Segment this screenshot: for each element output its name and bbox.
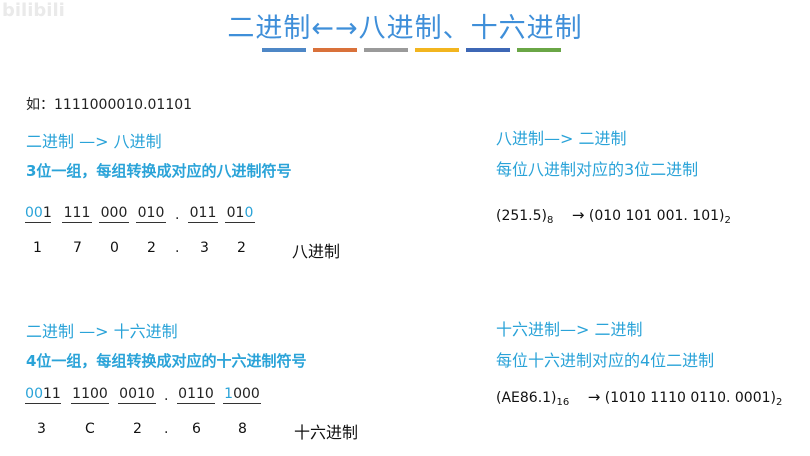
octal-dot: . bbox=[175, 240, 180, 256]
color-bar-2 bbox=[313, 48, 357, 52]
hex-group: 1100 bbox=[71, 386, 109, 404]
hex-reverse-heading: 十六进制—> 二进制 bbox=[496, 320, 643, 339]
hex-dot: . bbox=[164, 388, 169, 404]
hex-heading: 二进制 —> 十六进制 bbox=[26, 322, 178, 341]
hex-reverse-example: (AE86.1)16 → (1010 1110 0110. 0001)2 bbox=[496, 388, 782, 408]
hex-group: 0110 bbox=[177, 386, 215, 404]
octal-reverse-heading: 八进制—> 二进制 bbox=[496, 129, 627, 148]
octal-result-label: 八进制 bbox=[292, 242, 341, 261]
octal-digit: 2 bbox=[237, 240, 246, 256]
hex-digit: C bbox=[85, 421, 95, 437]
group-hl: 00 bbox=[25, 386, 43, 402]
hex-digit: 8 bbox=[238, 421, 247, 437]
base-sub: 8 bbox=[547, 215, 554, 226]
octal-digit: 2 bbox=[147, 240, 156, 256]
example-number: 如：1111000010.01101 bbox=[26, 97, 193, 113]
example-right: (1010 1110 0110. 0001) bbox=[604, 390, 776, 406]
octal-digit: 3 bbox=[200, 240, 209, 256]
group-hl: 1 bbox=[224, 386, 234, 402]
group-bits: 1000 bbox=[224, 386, 260, 402]
octal-group: 010 bbox=[225, 205, 255, 223]
group-bits: 0010 bbox=[119, 386, 155, 402]
octal-digit: 7 bbox=[73, 240, 82, 256]
group-hl: 0 bbox=[244, 205, 254, 221]
arrow-icon: → bbox=[587, 388, 601, 406]
example-right: (010 101 001. 101) bbox=[588, 208, 725, 224]
hex-result-label: 十六进制 bbox=[294, 423, 359, 442]
hex-digit: 3 bbox=[37, 421, 46, 437]
hex-rule: 4位一组，每组转换成对应的十六进制符号 bbox=[26, 352, 307, 370]
octal-digit: 0 bbox=[110, 240, 119, 256]
group-bits: 111 bbox=[63, 205, 91, 221]
octal-group: 111 bbox=[62, 205, 92, 223]
octal-group: 010 bbox=[136, 205, 166, 223]
hex-group: 1000 bbox=[223, 386, 261, 404]
group-bits: 1100 bbox=[72, 386, 108, 402]
hex-group: 0011 bbox=[25, 386, 61, 404]
example-left: (251.5) bbox=[496, 208, 548, 224]
base-sub: 2 bbox=[724, 215, 731, 226]
octal-group: 011 bbox=[188, 205, 218, 223]
octal-group: 001 bbox=[25, 205, 52, 223]
color-bar-4 bbox=[415, 48, 459, 52]
octal-rule: 3位一组，每组转换成对应的八进制符号 bbox=[26, 162, 292, 180]
base-sub: 16 bbox=[556, 397, 570, 408]
octal-heading: 二进制 —> 八进制 bbox=[26, 132, 162, 151]
group-bits: 1 bbox=[42, 205, 52, 221]
color-bar-6 bbox=[517, 48, 561, 52]
group-bits: 010 bbox=[137, 205, 165, 221]
hex-group: 0010 bbox=[118, 386, 156, 404]
color-bar-3 bbox=[364, 48, 408, 52]
group-bits: 000 bbox=[100, 205, 128, 221]
group-bits: 0110 bbox=[178, 386, 214, 402]
base-sub: 2 bbox=[776, 397, 783, 408]
group-bits: 11 bbox=[43, 386, 61, 402]
page-title: 二进制←→八进制、十六进制 bbox=[227, 13, 583, 44]
octal-digit: 1 bbox=[33, 240, 42, 256]
group-bits: 011 bbox=[189, 205, 217, 221]
octal-group: 000 bbox=[99, 205, 129, 223]
octal-reverse-rule: 每位八进制对应的3位二进制 bbox=[496, 160, 699, 179]
color-bar-1 bbox=[262, 48, 306, 52]
octal-reverse-example: (251.5)8 → (010 101 001. 101)2 bbox=[496, 206, 731, 226]
color-bar-5 bbox=[466, 48, 510, 52]
hex-reverse-rule: 每位十六进制对应的4位二进制 bbox=[496, 351, 715, 370]
hex-digit: 6 bbox=[192, 421, 201, 437]
arrow-icon: → bbox=[571, 206, 585, 224]
group-bits: 01 bbox=[226, 205, 245, 221]
group-bits-rest: 000 bbox=[233, 386, 260, 402]
octal-dot: . bbox=[175, 207, 180, 223]
example-left: (AE86.1) bbox=[496, 390, 557, 406]
hex-digit: 2 bbox=[133, 421, 142, 437]
group-hl: 00 bbox=[25, 205, 43, 221]
hex-dot: . bbox=[164, 421, 169, 437]
